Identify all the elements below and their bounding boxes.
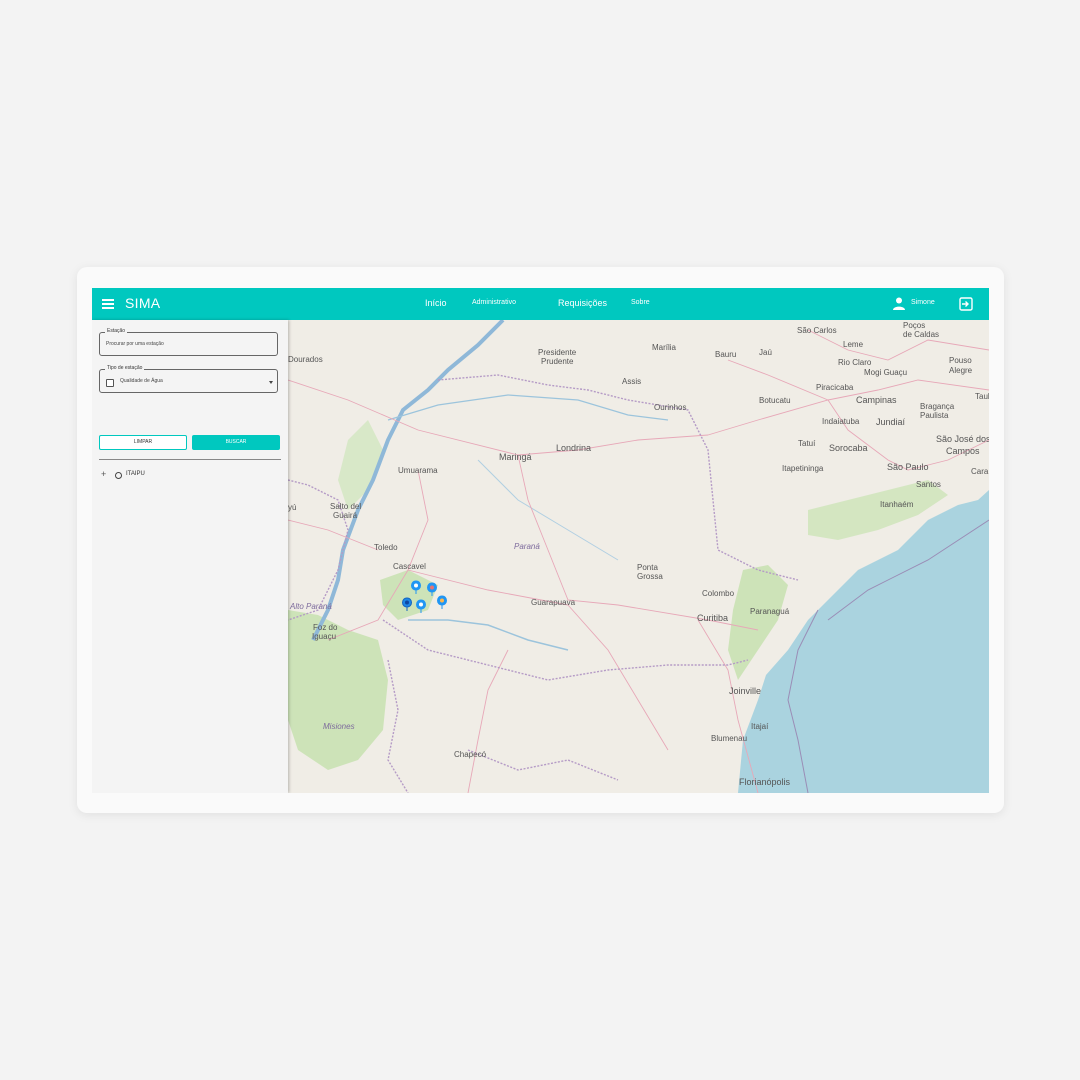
city-label: Toledo [374,543,398,552]
city-label: Paulista [920,411,949,420]
city-label: Florianópolis [739,777,791,787]
user-name[interactable]: Simone [911,299,935,306]
city-label: Itanhaém [880,500,914,509]
city-label: Jaú [759,348,772,357]
city-label: Campos [946,446,980,456]
city-label: Bragança [920,402,955,411]
city-label: Grossa [637,572,663,581]
city-label: Itajaí [751,722,769,731]
city-label: São Paulo [887,462,929,472]
city-label: Misiones [323,722,355,731]
city-label: Cascavel [393,562,426,571]
city-label: Leme [843,340,864,349]
clear-button[interactable]: LIMPAR [99,435,187,450]
city-label: Pouso [949,356,972,365]
water-quality-checkbox[interactable] [106,379,114,387]
city-label: Alto Paraná [289,602,332,611]
city-label: Colombo [702,589,735,598]
city-label: Indaiatuba [822,417,860,426]
city-label: Ourinhos [654,403,686,412]
station-type-value: Qualidade de Água [120,378,163,384]
city-label: São José dos [936,434,989,444]
city-label: Santos [916,480,941,489]
city-label: Paranaguá [750,607,790,616]
city-label: Botucatu [759,396,791,405]
city-label: Mogi Guaçu [864,368,907,377]
city-label: Londrina [556,443,591,453]
app-window: SIMA Início Administrativo Requisições S… [92,288,989,793]
city-label: Maringá [499,452,532,462]
city-label: São Carlos [797,326,837,335]
city-label: Alegre [949,366,973,375]
station-type-select[interactable]: Tipo de estação Qualidade de Água [99,365,278,393]
city-label: Paraná [514,542,540,551]
city-label: Guairá [333,511,358,520]
city-label: Piracicaba [816,383,854,392]
city-label: Taul [975,392,989,401]
radio-icon[interactable] [115,472,122,479]
city-label: Cara [971,467,989,476]
city-label: Assis [622,377,641,386]
expand-plus-icon[interactable]: + [101,470,106,479]
city-label: Foz do [313,623,338,632]
user-icon[interactable] [893,297,905,310]
app-title: SIMA [125,295,161,311]
divider [99,459,281,460]
city-label: Campinas [856,395,897,405]
city-label: Jundiaí [876,417,906,427]
station-search-field[interactable]: Estação Procurar por uma estação [99,328,278,356]
city-label: Poços [903,321,925,330]
city-label: Dourados [288,355,323,364]
nav-inicio[interactable]: Início [425,298,447,308]
city-label: Bauru [715,350,736,359]
city-label: Marília [652,343,677,352]
station-field-label: Estação [105,328,128,334]
tree-item-itaipu[interactable]: + ITAIPU [101,470,221,480]
nav-requisicoes[interactable]: Requisições [558,298,607,308]
city-label: de Caldas [903,330,939,339]
city-label: Sorocaba [829,443,868,453]
search-button[interactable]: BUSCAR [192,435,280,450]
nav-administrativo[interactable]: Administrativo [472,299,516,306]
logout-icon[interactable] [959,297,973,311]
city-label: Chapecó [454,750,487,759]
city-label: Umuarama [398,466,438,475]
city-label: Prudente [541,357,574,366]
city-label: Ponta [637,563,658,572]
city-label: Curitiba [697,613,728,623]
city-label: Joinville [729,686,761,696]
station-search-input[interactable]: Procurar por uma estação [106,341,164,347]
city-label: Presidente [538,348,577,357]
station-type-label: Tipo de estação [105,365,145,371]
city-label: Rio Claro [838,358,872,367]
tree-item-label: ITAIPU [126,471,145,477]
city-label: yú [288,503,296,512]
search-sidebar: Estação Procurar por uma estação Tipo de… [92,320,288,793]
city-label: Tatuí [798,439,816,448]
city-label: Iguaçu [312,632,336,641]
map-view[interactable]: Dourados Presidente Prudente Marília Bau… [288,320,989,793]
city-label: Blumenau [711,734,747,743]
chevron-down-icon[interactable] [269,381,273,384]
map-canvas[interactable]: Dourados Presidente Prudente Marília Bau… [288,320,989,793]
city-label: Salto del [330,502,361,511]
city-label: Guarapuava [531,598,576,607]
nav-sobre[interactable]: Sobre [631,299,650,306]
city-label: Itapetininga [782,464,824,473]
top-app-bar: SIMA Início Administrativo Requisições S… [92,288,989,320]
hamburger-menu-icon[interactable] [102,299,114,309]
